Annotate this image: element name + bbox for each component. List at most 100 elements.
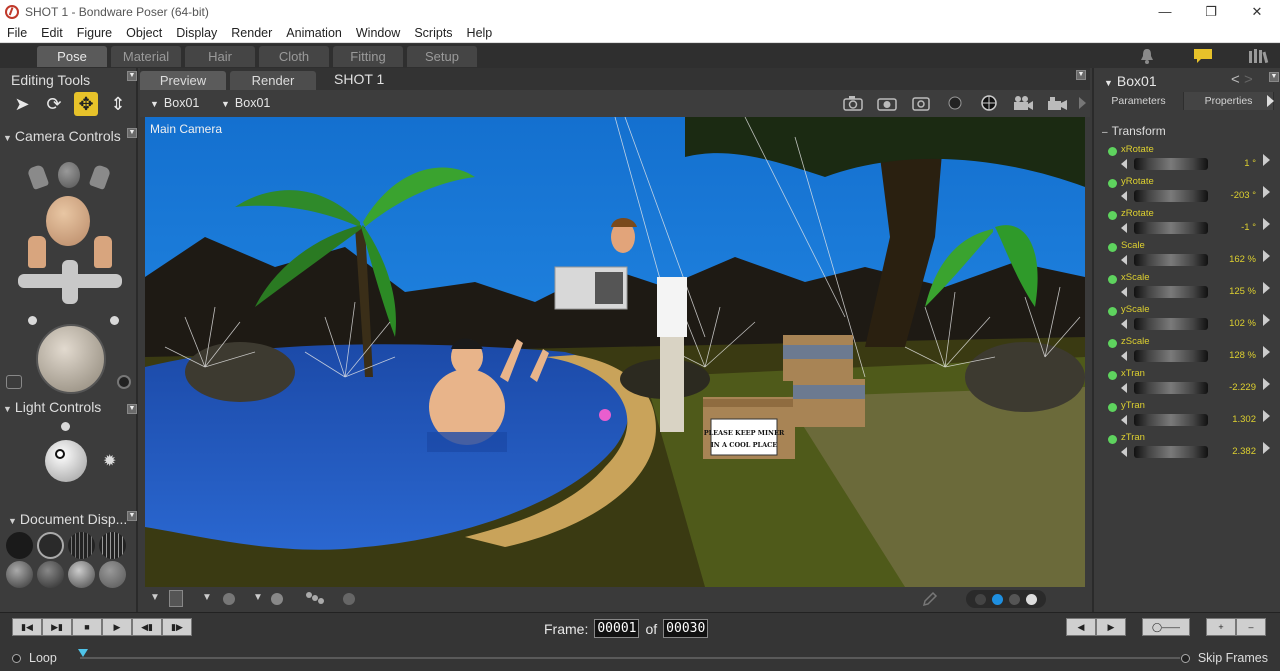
- decrement-arrow-icon[interactable]: [1121, 223, 1127, 233]
- wireframe-style-icon[interactable]: [68, 532, 95, 559]
- menu-file[interactable]: File: [0, 26, 34, 40]
- light-controls-menu-button[interactable]: ▼: [127, 404, 137, 414]
- focal-dot-icon[interactable]: [110, 316, 119, 325]
- menu-window[interactable]: Window: [349, 26, 407, 40]
- increment-arrow-icon[interactable]: [1263, 442, 1270, 454]
- decrement-arrow-icon[interactable]: [1121, 159, 1127, 169]
- param-value[interactable]: 1 °: [1196, 158, 1256, 169]
- increment-arrow-icon[interactable]: [1263, 250, 1270, 262]
- hidden-line-style-icon[interactable]: [99, 532, 126, 559]
- multi-ball-icon[interactable]: [305, 591, 325, 605]
- camera-record-icon[interactable]: [117, 375, 131, 389]
- loop-option[interactable]: Loop: [12, 651, 57, 665]
- decrement-arrow-icon[interactable]: [1121, 383, 1127, 393]
- tabs-scroll-arrow-icon[interactable]: [1267, 95, 1274, 107]
- increment-arrow-icon[interactable]: [1263, 186, 1270, 198]
- mode-dot-4[interactable]: [1026, 593, 1037, 605]
- translate-vertical-icon[interactable]: ⇕: [106, 92, 130, 116]
- sphere-icon[interactable]: [944, 93, 966, 113]
- param-status-dot[interactable]: [1108, 275, 1117, 284]
- mode-dot-2[interactable]: [992, 593, 1003, 605]
- menu-edit[interactable]: Edit: [34, 26, 70, 40]
- param-value[interactable]: 102 %: [1196, 318, 1256, 329]
- tab-render[interactable]: Render: [230, 71, 316, 90]
- chat-icon[interactable]: [1192, 46, 1214, 66]
- param-status-dot[interactable]: [1108, 179, 1117, 188]
- ground-plane-icon[interactable]: [169, 590, 183, 607]
- decrement-arrow-icon[interactable]: [1121, 191, 1127, 201]
- actor-select-dropdown[interactable]: ▼ Box01: [221, 96, 270, 110]
- dropdown-triangle-icon[interactable]: ▼: [253, 592, 263, 603]
- next-key-button[interactable]: ▶: [1096, 618, 1126, 636]
- more-cameras-arrow-icon[interactable]: [1079, 97, 1086, 109]
- shaded-ball-icon[interactable]: [271, 593, 283, 605]
- face-camera-icon[interactable]: [58, 162, 80, 188]
- param-status-dot[interactable]: [1108, 243, 1117, 252]
- camera-icon[interactable]: [842, 93, 864, 113]
- param-status-dot[interactable]: [1108, 339, 1117, 348]
- param-status-dot[interactable]: [1108, 371, 1117, 380]
- bell-icon[interactable]: [1136, 46, 1158, 66]
- total-frames-field[interactable]: 00030: [663, 619, 709, 638]
- dropdown-triangle-icon[interactable]: ▼: [202, 592, 212, 603]
- first-frame-button[interactable]: ▮◀: [12, 618, 42, 636]
- dark-ball-icon[interactable]: [343, 593, 355, 605]
- video-camera-icon[interactable]: [1046, 93, 1068, 113]
- menu-display[interactable]: Display: [169, 26, 224, 40]
- remove-key-button[interactable]: –: [1236, 618, 1266, 636]
- head-camera-icon[interactable]: [46, 196, 90, 246]
- movie-camera-icon[interactable]: [1012, 93, 1034, 113]
- decrement-arrow-icon[interactable]: [1121, 415, 1127, 425]
- menu-figure[interactable]: Figure: [70, 26, 119, 40]
- camera-controls-menu-button[interactable]: ▼: [127, 128, 137, 138]
- add-key-button[interactable]: +: [1206, 618, 1236, 636]
- view-menu-button[interactable]: ▼: [1076, 70, 1086, 80]
- loop-radio[interactable]: [12, 653, 21, 663]
- actor-nav-arrows[interactable]: < >: [1231, 71, 1253, 88]
- smooth-shaded-style-icon[interactable]: [99, 561, 126, 588]
- menu-object[interactable]: Object: [119, 26, 169, 40]
- menu-help[interactable]: Help: [460, 26, 500, 40]
- document-display-menu-button[interactable]: ▼: [127, 511, 137, 521]
- param-value[interactable]: 125 %: [1196, 286, 1256, 297]
- param-status-dot[interactable]: [1108, 435, 1117, 444]
- param-value[interactable]: 162 %: [1196, 254, 1256, 265]
- tab-material[interactable]: Material: [111, 46, 181, 67]
- skip-frames-radio[interactable]: [1180, 653, 1190, 663]
- increment-arrow-icon[interactable]: [1263, 218, 1270, 230]
- increment-arrow-icon[interactable]: [1263, 154, 1270, 166]
- key-icon[interactable]: ◯——: [1142, 618, 1190, 636]
- camera-dolly-icon[interactable]: [910, 93, 932, 113]
- menu-scripts[interactable]: Scripts: [407, 26, 459, 40]
- param-status-dot[interactable]: [1108, 403, 1117, 412]
- tab-preview[interactable]: Preview: [140, 71, 226, 90]
- flat-lined-style-icon[interactable]: [68, 561, 95, 588]
- translate-tool-icon[interactable]: ✥: [74, 92, 98, 116]
- decrement-arrow-icon[interactable]: [1121, 255, 1127, 265]
- shadow-ball-icon[interactable]: [223, 593, 235, 605]
- globe-icon[interactable]: [978, 93, 1000, 113]
- play-button[interactable]: ▶: [102, 618, 132, 636]
- lit-wireframe-style-icon[interactable]: [6, 561, 33, 588]
- tab-setup[interactable]: Setup: [407, 46, 477, 67]
- trackball-icon[interactable]: [36, 324, 106, 394]
- parameters-menu-button[interactable]: ▼: [1269, 72, 1279, 82]
- decrement-arrow-icon[interactable]: [1121, 447, 1127, 457]
- left-hand-icon[interactable]: [28, 236, 46, 268]
- stop-button[interactable]: ■: [72, 618, 102, 636]
- menu-render[interactable]: Render: [224, 26, 279, 40]
- tab-fitting[interactable]: Fitting: [333, 46, 403, 67]
- silhouette-style-icon[interactable]: [6, 532, 33, 559]
- scale-dot-icon[interactable]: [28, 316, 37, 325]
- library-icon[interactable]: [1248, 46, 1270, 66]
- camera-snapshot-icon[interactable]: [6, 375, 22, 389]
- increment-arrow-icon[interactable]: [1263, 314, 1270, 326]
- light-sphere-icon[interactable]: [45, 440, 87, 482]
- restore-button[interactable]: ❐: [1188, 0, 1234, 23]
- decrement-arrow-icon[interactable]: [1121, 319, 1127, 329]
- sun-light-icon[interactable]: ✹: [103, 451, 116, 471]
- decrement-arrow-icon[interactable]: [1121, 287, 1127, 297]
- right-hand-camera-icon[interactable]: [88, 163, 112, 191]
- param-status-dot[interactable]: [1108, 307, 1117, 316]
- decrement-arrow-icon[interactable]: [1121, 351, 1127, 361]
